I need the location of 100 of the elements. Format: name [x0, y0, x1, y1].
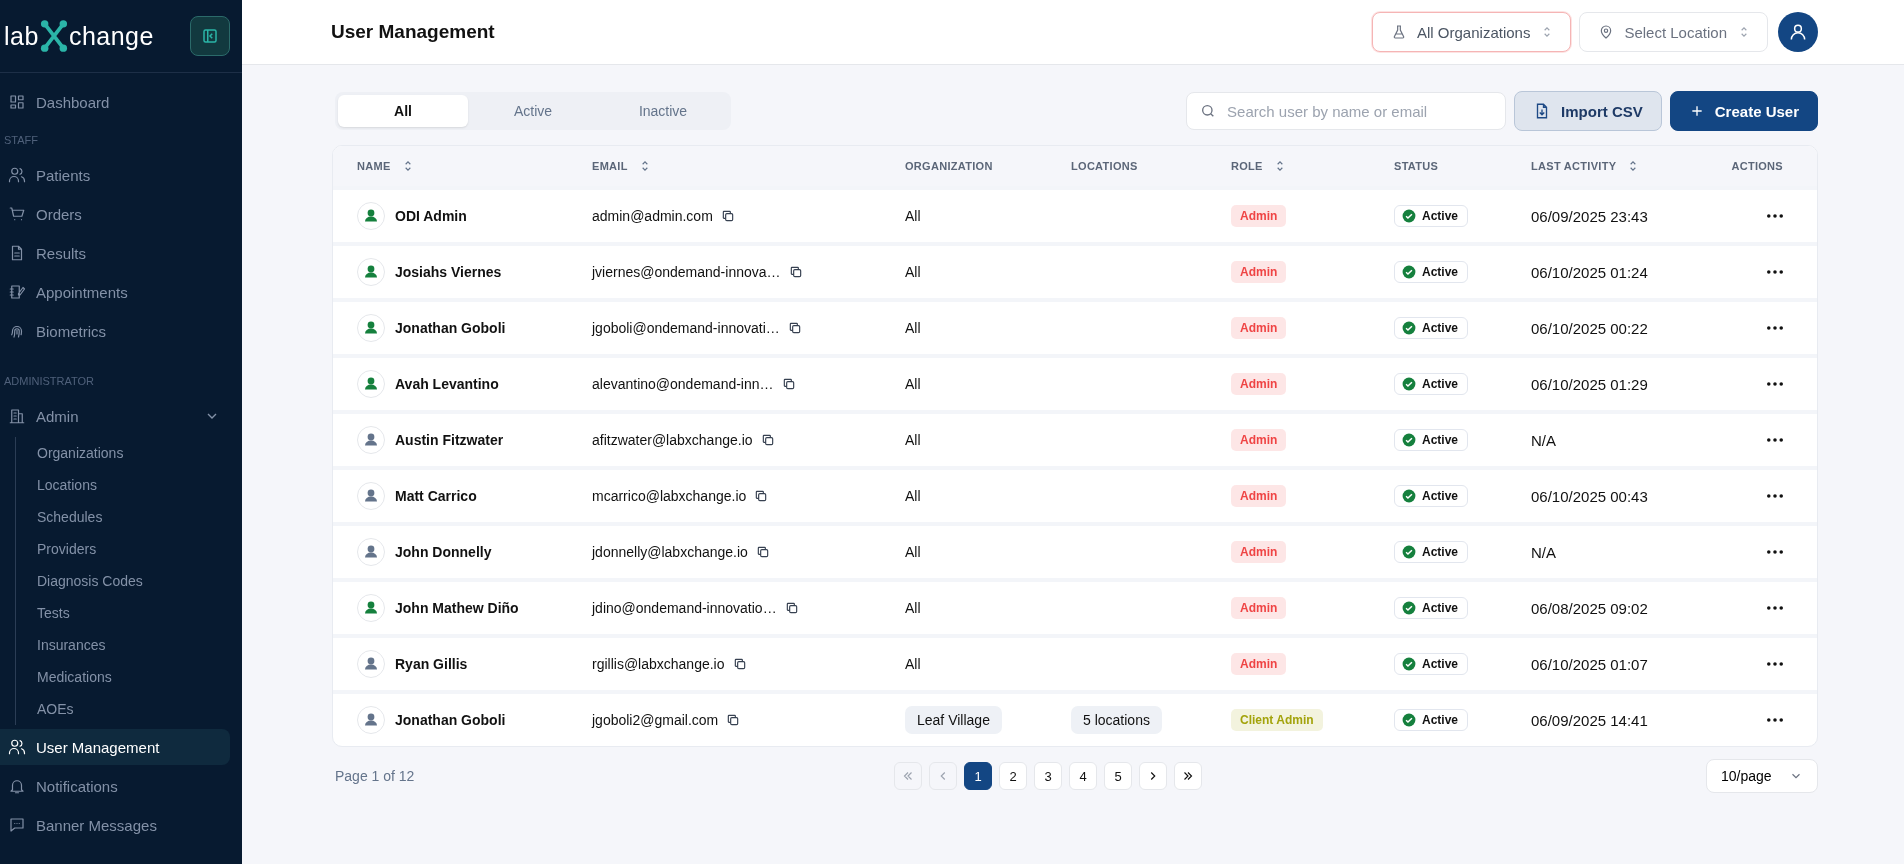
- check-circle-icon: [1402, 209, 1416, 223]
- page-button[interactable]: 3: [1034, 762, 1062, 790]
- role-badge: Admin: [1231, 317, 1287, 339]
- filter-tab[interactable]: Active: [468, 95, 598, 127]
- nav-item[interactable]: Admin: [0, 398, 230, 434]
- role-badge: Admin: [1231, 373, 1287, 395]
- more-icon[interactable]: [1767, 382, 1783, 386]
- column-header[interactable]: ROLE: [1231, 159, 1287, 173]
- last-activity: 06/10/2025 01:24: [1531, 263, 1648, 281]
- locations-tag: 5 locations: [1071, 706, 1162, 734]
- nav-subitem[interactable]: Tests: [37, 597, 242, 629]
- organization-text: All: [905, 264, 921, 280]
- double-chevron-left-icon: [901, 769, 915, 783]
- nav-subitem[interactable]: Organizations: [37, 437, 242, 469]
- page-size-select[interactable]: 10/page: [1706, 759, 1818, 793]
- create-user-button[interactable]: Create User: [1669, 91, 1818, 131]
- user-name: Ryan Gillis: [395, 656, 468, 672]
- last-page-button[interactable]: [1174, 762, 1202, 790]
- nav-item[interactable]: User Management: [0, 729, 230, 765]
- logo-text: change: [68, 21, 154, 51]
- check-circle-icon: [1402, 545, 1416, 559]
- copy-icon[interactable]: [755, 545, 770, 559]
- import-csv-button[interactable]: Import CSV: [1514, 91, 1662, 131]
- location-select[interactable]: Select Location: [1579, 12, 1768, 52]
- copy-icon[interactable]: [788, 265, 803, 279]
- check-circle-icon: [1402, 489, 1416, 503]
- nav-item[interactable]: Orders: [0, 196, 230, 232]
- check-circle-icon: [1402, 321, 1416, 335]
- role-badge: Admin: [1231, 485, 1287, 507]
- copy-icon[interactable]: [754, 489, 769, 503]
- page-button[interactable]: 5: [1104, 762, 1132, 790]
- user-name: Avah Levantino: [395, 376, 499, 392]
- copy-icon[interactable]: [760, 433, 775, 447]
- column-header[interactable]: NAME: [357, 159, 415, 173]
- nav-item[interactable]: Banner Messages: [0, 807, 230, 843]
- nav-subitem[interactable]: Locations: [37, 469, 242, 501]
- page-button[interactable]: 1: [964, 762, 992, 790]
- user-avatar-button[interactable]: [1778, 12, 1818, 52]
- copy-icon[interactable]: [784, 601, 799, 615]
- role-badge: Admin: [1231, 653, 1287, 675]
- more-icon[interactable]: [1767, 550, 1783, 554]
- role-badge: Admin: [1231, 429, 1287, 451]
- more-icon[interactable]: [1767, 662, 1783, 666]
- nav-subitem[interactable]: Medications: [37, 661, 242, 693]
- more-icon[interactable]: [1767, 606, 1783, 610]
- user-name: Jonathan Goboli: [395, 320, 506, 336]
- page-summary: Page 1 of 12: [335, 768, 416, 784]
- organization-text: All: [905, 600, 921, 616]
- copy-icon[interactable]: [781, 377, 796, 391]
- section-heading: ADMINISTRATOR: [3, 374, 96, 389]
- filter-tab[interactable]: All: [338, 95, 468, 127]
- more-icon[interactable]: [1767, 494, 1783, 498]
- copy-icon[interactable]: [732, 657, 747, 671]
- more-icon[interactable]: [1767, 718, 1783, 722]
- user-email: jdino@ondemand-innovatio…: [592, 600, 777, 616]
- organization-tag: Leaf Village: [905, 706, 1002, 734]
- user-name: ODI Admin: [395, 208, 467, 224]
- more-icon[interactable]: [1767, 214, 1783, 218]
- nav-item[interactable]: Dashboard: [0, 84, 230, 120]
- page-title: User Management: [331, 21, 495, 43]
- last-activity: 06/10/2025 01:29: [1531, 375, 1648, 393]
- nav-item[interactable]: Appointments: [0, 274, 230, 310]
- check-circle-icon: [1402, 377, 1416, 391]
- status-text: Active: [1422, 321, 1459, 335]
- user-name: Josiahs Viernes: [395, 264, 502, 280]
- last-activity: 06/10/2025 00:22: [1531, 319, 1648, 337]
- filter-tab[interactable]: Inactive: [598, 95, 728, 127]
- nav-item[interactable]: Patients: [0, 157, 230, 193]
- nav-item[interactable]: Results: [0, 235, 230, 271]
- molecule-logo-icon: [39, 19, 68, 53]
- more-icon[interactable]: [1767, 326, 1783, 330]
- nav-item[interactable]: Notifications: [0, 768, 230, 804]
- nav-subitem[interactable]: Providers: [37, 533, 242, 565]
- column-header: LOCATIONS: [1071, 160, 1138, 172]
- user-name: Matt Carrico: [395, 488, 477, 504]
- user-email: rgillis@labxchange.io: [592, 656, 725, 672]
- organization-select[interactable]: All Organizations: [1372, 12, 1572, 52]
- collapse-sidebar-button[interactable]: [190, 16, 230, 56]
- page-button[interactable]: 4: [1069, 762, 1097, 790]
- copy-icon[interactable]: [787, 321, 802, 335]
- copy-icon[interactable]: [726, 713, 741, 727]
- column-header[interactable]: EMAIL: [592, 159, 652, 173]
- logo-text: lab: [4, 21, 39, 51]
- status-text: Active: [1422, 713, 1459, 727]
- grid-icon: [8, 93, 26, 111]
- search-field[interactable]: Search user by name or email: [1186, 92, 1507, 130]
- nav-subitem[interactable]: AOEs: [37, 693, 242, 725]
- user-email: jgoboli@ondemand-innovati…: [592, 320, 780, 336]
- page-button[interactable]: 2: [999, 762, 1027, 790]
- more-icon[interactable]: [1767, 438, 1783, 442]
- more-icon[interactable]: [1767, 270, 1783, 274]
- column-header[interactable]: LAST ACTIVITY: [1531, 159, 1641, 173]
- copy-icon[interactable]: [720, 209, 735, 223]
- organization-text: All: [905, 656, 921, 672]
- nav-item[interactable]: Biometrics: [0, 313, 230, 349]
- user-email: jviernes@ondemand-innova…: [592, 264, 781, 280]
- check-circle-icon: [1402, 713, 1416, 727]
- nav-subitem[interactable]: Insurances: [37, 629, 242, 661]
- nav-subitem[interactable]: Schedules: [37, 501, 242, 533]
- nav-subitem[interactable]: Diagnosis Codes: [37, 565, 242, 597]
